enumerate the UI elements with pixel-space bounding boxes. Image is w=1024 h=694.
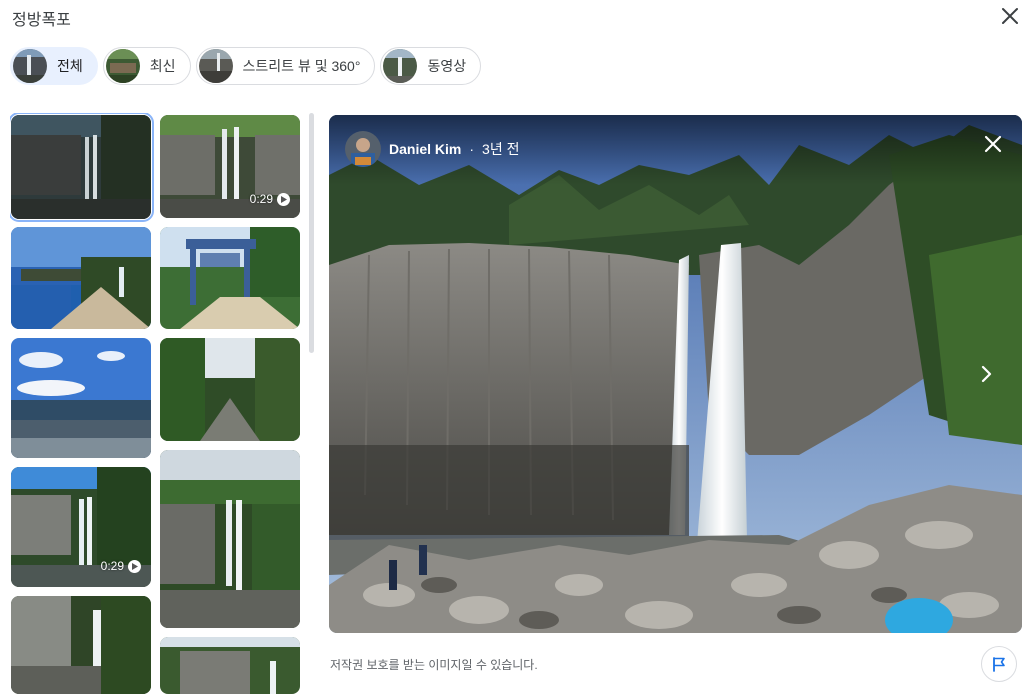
photo-thumbnail[interactable]: [11, 338, 151, 458]
chip-label: 동영상: [427, 58, 467, 74]
chip-label: 전체: [57, 58, 83, 74]
play-icon: [277, 192, 290, 206]
chip-thumbnail: [383, 49, 418, 83]
photo-viewer-dialog: 정방폭포 전체 최신 스트리트 뷰 및 360° 동영상 0:29 0:29 D…: [0, 0, 1024, 694]
photo-thumbnail[interactable]: [11, 227, 151, 329]
video-duration: 0:29: [249, 192, 273, 206]
photo-thumbnail[interactable]: [160, 450, 300, 628]
next-photo-button[interactable]: [976, 364, 996, 384]
chip-street-view-360[interactable]: 스트리트 뷰 및 360°: [195, 47, 376, 85]
close-icon: [984, 135, 1002, 153]
photo-thumbnail[interactable]: [10, 113, 154, 222]
close-viewer-button[interactable]: [982, 133, 1004, 155]
play-icon: [128, 559, 141, 573]
photo-time-ago: 3년 전: [482, 141, 520, 157]
video-duration-badge: 0:29: [250, 192, 290, 206]
photo-thumbnail[interactable]: [160, 227, 300, 329]
video-thumbnail[interactable]: 0:29: [11, 467, 151, 587]
chip-latest[interactable]: 최신: [102, 47, 191, 85]
author-name: Daniel Kim: [389, 141, 462, 157]
chip-thumbnail: [198, 49, 233, 83]
place-title: 정방폭포: [12, 12, 71, 29]
chip-all[interactable]: 전체: [10, 47, 98, 85]
chip-label: 최신: [149, 58, 176, 74]
video-duration-badge: 0:29: [101, 559, 141, 573]
main-photo-viewer[interactable]: Daniel Kim · 3년 전: [329, 115, 1022, 633]
photo-author[interactable]: Daniel Kim · 3년 전: [345, 131, 519, 167]
photo-thumbnail[interactable]: [160, 338, 300, 441]
close-icon: [1002, 8, 1018, 24]
separator: ·: [469, 141, 475, 157]
chip-label: 스트리트 뷰 및 360°: [242, 58, 361, 74]
chip-thumbnail: [105, 49, 140, 83]
copyright-notice: 저작권 보호를 받는 이미지일 수 있습니다.: [330, 658, 538, 672]
flag-icon: [993, 657, 1005, 672]
chip-thumbnail: [13, 49, 47, 83]
main-photo: [329, 115, 1022, 633]
report-photo-button[interactable]: [981, 646, 1017, 682]
chevron-right-icon: [981, 365, 992, 383]
avatar: [345, 131, 381, 167]
photo-thumbnail[interactable]: [160, 637, 300, 694]
close-dialog-button[interactable]: [998, 4, 1022, 28]
video-duration: 0:29: [100, 559, 124, 573]
filter-chips: 전체 최신 스트리트 뷰 및 360° 동영상: [10, 47, 482, 87]
grid-scrollbar[interactable]: [309, 113, 314, 353]
chip-videos[interactable]: 동영상: [380, 47, 482, 85]
photo-thumbnail[interactable]: [11, 596, 151, 694]
video-thumbnail[interactable]: 0:29: [160, 115, 300, 218]
photo-grid: 0:29 0:29: [10, 113, 302, 694]
